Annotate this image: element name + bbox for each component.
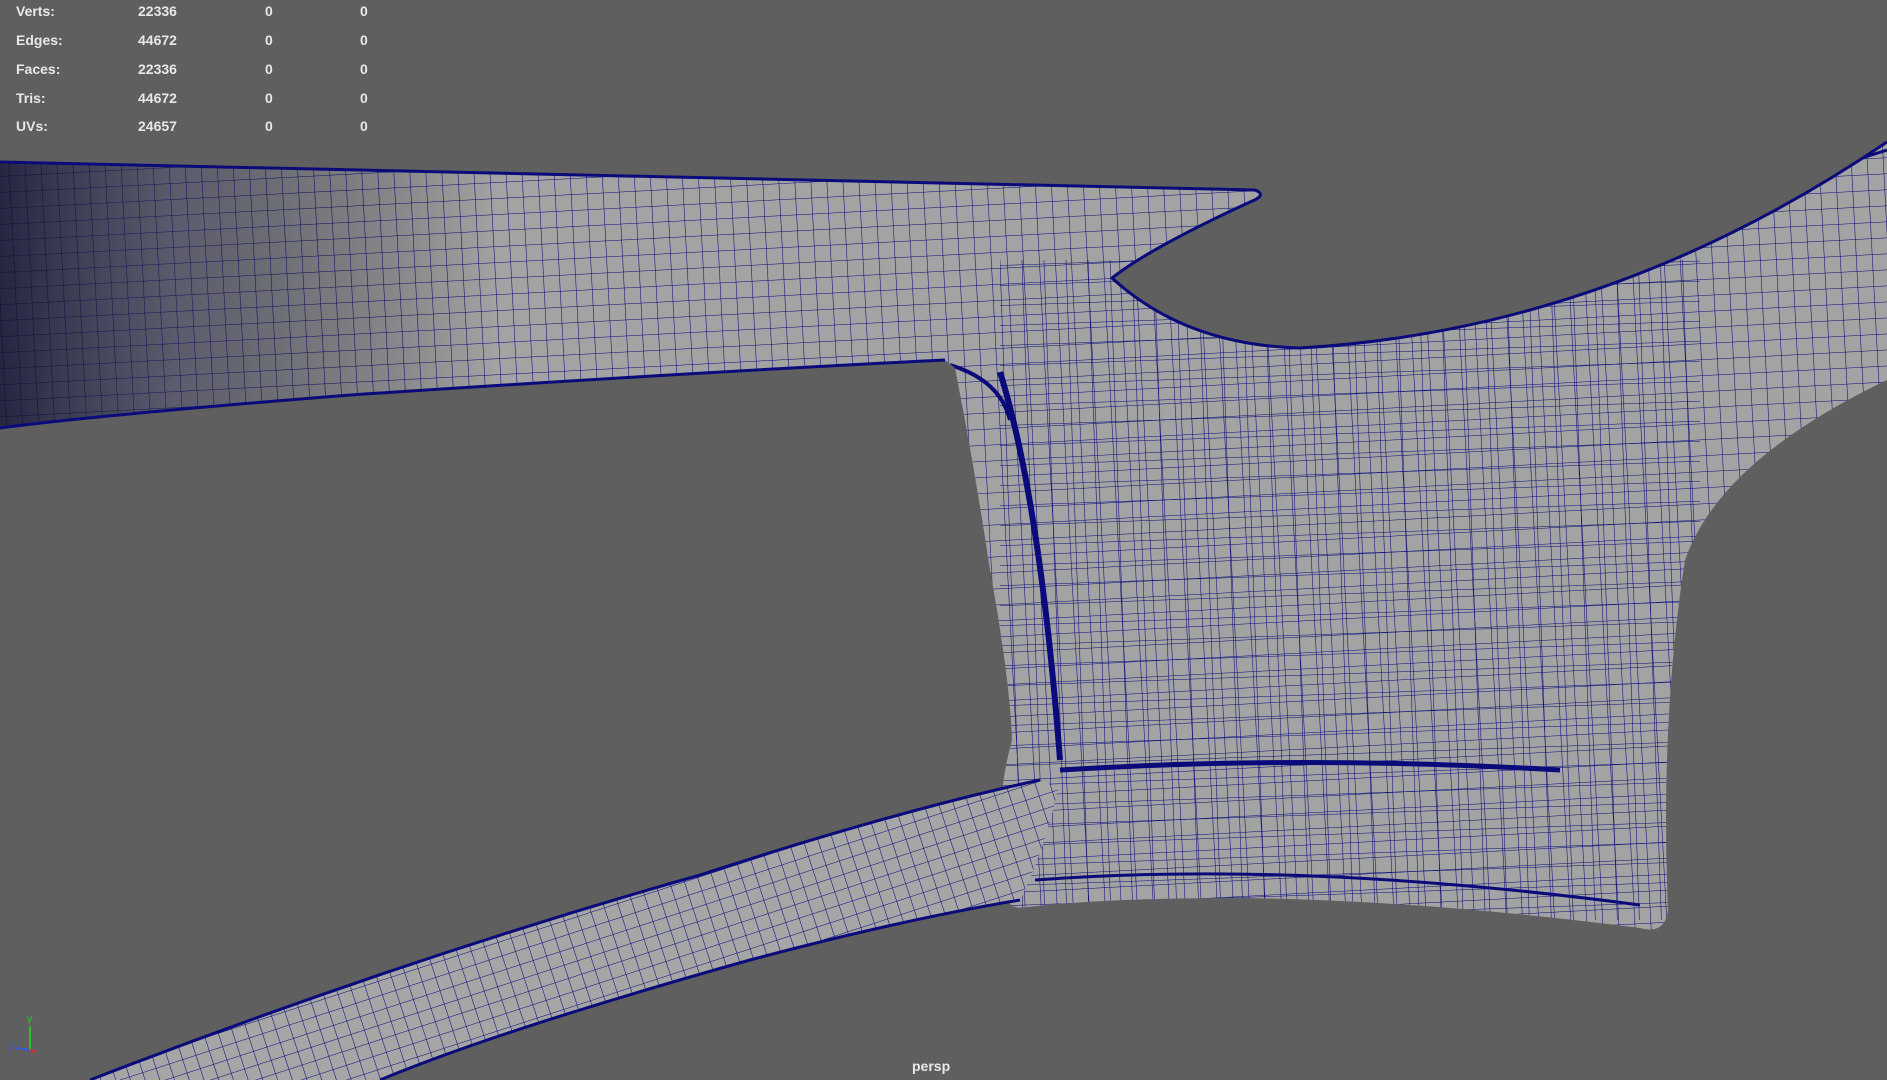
lower-mesh-arm[interactable]: [0, 700, 1100, 1080]
axis-z-label: z: [9, 1041, 15, 1053]
axis-gizmo-icon: y z: [9, 1013, 37, 1053]
maya-viewport[interactable]: Verts: 22336 0 0 Edges: 44672 0 0 Faces:…: [0, 0, 1887, 1080]
mesh-wireframe[interactable]: [0, 0, 1887, 1080]
camera-name-label: persp: [912, 1058, 951, 1074]
axis-y-label: y: [27, 1013, 33, 1025]
